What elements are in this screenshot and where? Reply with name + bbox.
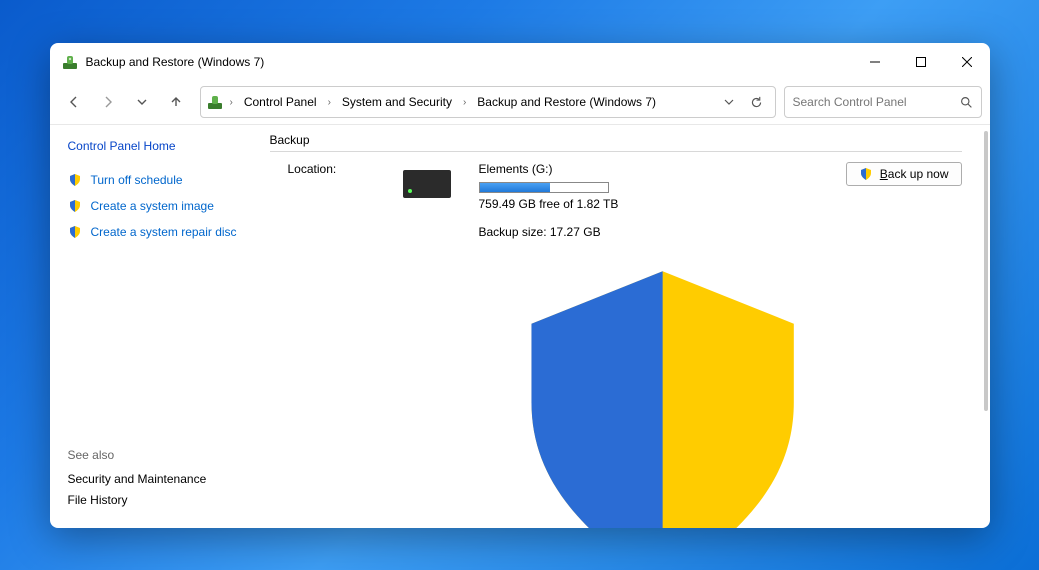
main-content: Backup Location: Elements (G:) 759.49 GB… bbox=[270, 125, 990, 528]
control-panel-home-link[interactable]: Control Panel Home bbox=[68, 139, 252, 153]
address-dropdown[interactable] bbox=[717, 90, 741, 114]
free-space: 759.49 GB free of 1.82 TB bbox=[479, 197, 846, 211]
breadcrumb-root[interactable]: Control Panel bbox=[240, 93, 321, 111]
disk-icon bbox=[403, 170, 451, 198]
sidebar-task-create-repair[interactable]: Create a system repair disc bbox=[68, 225, 252, 239]
shield-icon bbox=[479, 245, 846, 528]
window-title: Backup and Restore (Windows 7) bbox=[86, 55, 265, 69]
maximize-button[interactable] bbox=[898, 46, 944, 78]
see-also-file-history[interactable]: File History bbox=[68, 493, 252, 507]
backup-now-button[interactable]: Back up now bbox=[846, 162, 962, 186]
scrollbar[interactable] bbox=[984, 131, 988, 411]
sidebar-task-label: Create a system repair disc bbox=[91, 225, 237, 239]
sidebar-task-turn-off[interactable]: Turn off schedule bbox=[68, 173, 252, 187]
back-button[interactable] bbox=[58, 86, 90, 118]
search-icon bbox=[960, 96, 973, 109]
sidebar-task-label: Create a system image bbox=[91, 199, 214, 213]
title-bar: Backup and Restore (Windows 7) bbox=[50, 43, 990, 81]
see-also-label: See also bbox=[68, 448, 252, 462]
search-box[interactable] bbox=[784, 86, 982, 118]
sidebar-task-label: Turn off schedule bbox=[91, 173, 183, 187]
see-also-security[interactable]: Security and Maintenance bbox=[68, 472, 252, 486]
recent-dropdown[interactable] bbox=[126, 86, 158, 118]
close-button[interactable] bbox=[944, 46, 990, 78]
refresh-button[interactable] bbox=[745, 90, 769, 114]
sidebar-task-create-image[interactable]: Create a system image bbox=[68, 199, 252, 213]
app-window: Backup and Restore (Windows 7) › Control… bbox=[50, 43, 990, 528]
shield-icon bbox=[68, 173, 82, 187]
backup-heading: Backup bbox=[270, 133, 962, 152]
sidebar: Control Panel Home Turn off schedule Cre… bbox=[50, 125, 270, 528]
shield-icon bbox=[68, 225, 82, 239]
content-body: Control Panel Home Turn off schedule Cre… bbox=[50, 125, 990, 528]
location-value: Elements (G:) bbox=[479, 162, 846, 176]
shield-icon bbox=[68, 199, 82, 213]
minimize-button[interactable] bbox=[852, 46, 898, 78]
breadcrumb-section[interactable]: System and Security bbox=[338, 93, 456, 111]
navigation-bar: › Control Panel › System and Security › … bbox=[50, 81, 990, 125]
chevron-right-icon: › bbox=[460, 97, 469, 108]
search-input[interactable] bbox=[793, 95, 954, 109]
forward-button[interactable] bbox=[92, 86, 124, 118]
chevron-right-icon: › bbox=[325, 97, 334, 108]
chevron-right-icon: › bbox=[227, 97, 236, 108]
app-icon bbox=[62, 54, 78, 70]
location-label: Location: bbox=[288, 162, 383, 528]
address-bar[interactable]: › Control Panel › System and Security › … bbox=[200, 86, 776, 118]
disk-space-bar bbox=[479, 182, 609, 193]
backup-size: Backup size: 17.27 GB bbox=[479, 225, 846, 239]
breadcrumb-page[interactable]: Backup and Restore (Windows 7) bbox=[473, 93, 660, 111]
address-icon bbox=[207, 94, 223, 110]
shield-icon bbox=[859, 167, 873, 181]
up-button[interactable] bbox=[160, 86, 192, 118]
